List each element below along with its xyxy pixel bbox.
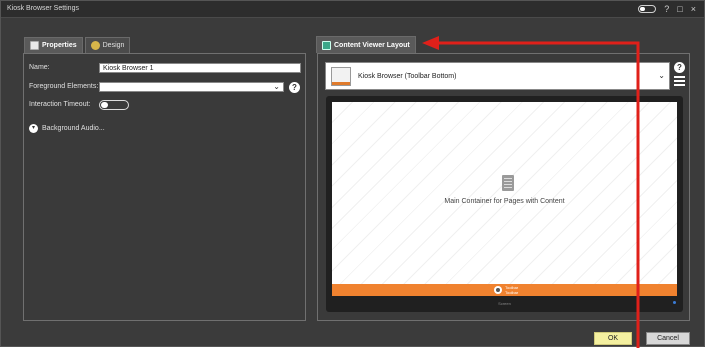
tab-properties-label: Properties [42,42,77,49]
timeout-label: Interaction Timeout: [29,101,91,108]
tab-layout-label: Content Viewer Layout [334,41,410,49]
ok-button[interactable]: OK [594,332,632,345]
chevron-down-icon: ⌄ [273,82,280,91]
arrow-head [422,36,439,50]
background-audio-label: Background Audio... [42,125,105,132]
timeout-row: Interaction Timeout: [29,101,90,108]
layout-panel: Kiosk Browser (Toolbar Bottom) ⌄ ? Main … [317,53,690,321]
timeout-toggle[interactable] [99,100,129,110]
foreground-row: Foreground Elements: [29,83,98,90]
foreground-help-icon[interactable]: ? [289,82,300,93]
name-field[interactable]: Kiosk Browser 1 [99,63,301,73]
tab-design[interactable]: Design [84,37,131,53]
main-container-label: Main Container for Pages with Content [444,198,565,205]
layout-preview: Main Container for Pages with Content To… [326,96,683,312]
close-icon[interactable]: × [691,4,696,14]
chevron-down-icon: ⌄ [658,71,665,80]
design-icon [90,41,100,50]
toolbar-logo-icon [494,286,502,294]
tab-design-label: Design [102,42,125,49]
theme-toggle-icon[interactable] [638,5,657,13]
tab-properties[interactable]: Properties [24,37,83,53]
layout-select-value: Kiosk Browser (Toolbar Bottom) [358,73,457,80]
foreground-label: Foreground Elements: [29,83,99,90]
toolbar-area[interactable]: Toolbar Toolbar [332,284,677,296]
tab-content-viewer-layout[interactable]: Content Viewer Layout [316,36,416,53]
layout-help-icon[interactable]: ? [674,62,685,73]
document-icon [502,175,514,191]
left-tab-strip: Properties Design [24,37,131,53]
foreground-select[interactable]: ⌄ [99,82,284,92]
properties-icon [30,41,39,50]
status-dot-icon [673,301,676,304]
layout-icon [322,40,331,50]
help-icon[interactable]: ? [664,4,669,14]
layout-select[interactable]: Kiosk Browser (Toolbar Bottom) ⌄ [325,62,670,90]
name-row: Name: [29,64,50,71]
chevron-down-circle-icon: ▾ [29,124,38,133]
toolbar-line2: Toolbar [505,290,519,295]
toolbar-text: Toolbar Toolbar [505,285,518,295]
background-audio-expander[interactable]: ▾ Background Audio... [29,124,105,133]
settings-window: Kiosk Browser Settings ? □ × Properties … [0,0,705,348]
name-label: Name: [29,64,50,71]
preview-footer: Screen [498,301,511,306]
list-icon[interactable] [674,76,685,88]
toggle-knob [101,102,108,108]
maximize-icon[interactable]: □ [677,4,682,14]
cancel-button[interactable]: Cancel [646,332,690,345]
properties-panel: Name: Kiosk Browser 1 Foreground Element… [23,53,306,321]
layout-thumbnail-icon [331,67,351,86]
title-bar: Kiosk Browser Settings ? □ × [1,1,704,18]
window-title: Kiosk Browser Settings [7,5,79,12]
window-controls: ? □ × [638,4,696,14]
main-container-area[interactable]: Main Container for Pages with Content [332,102,677,284]
